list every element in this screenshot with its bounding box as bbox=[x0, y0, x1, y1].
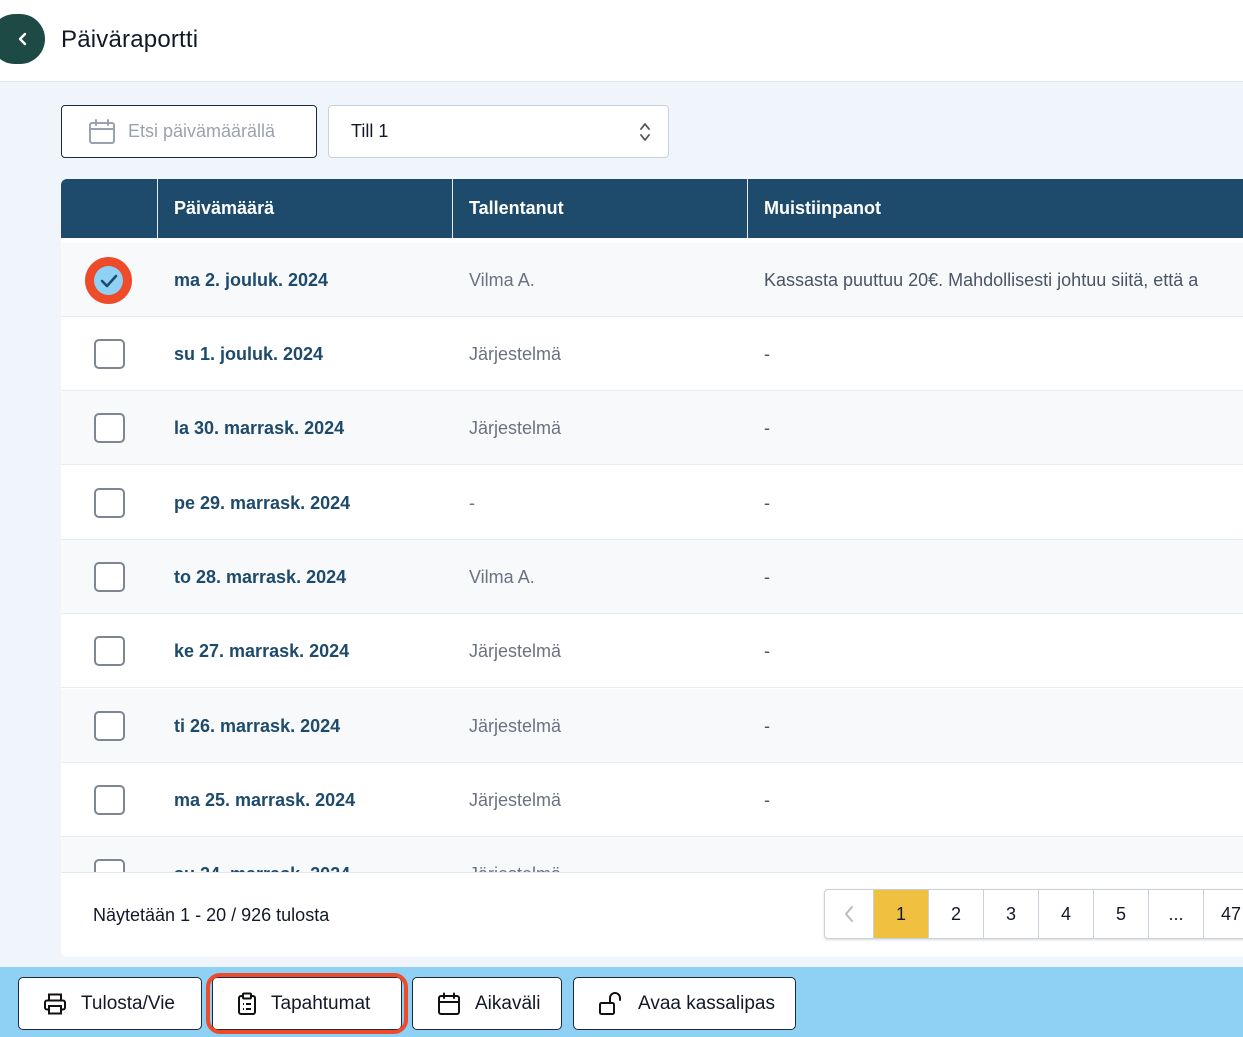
row-checkbox[interactable] bbox=[94, 636, 125, 666]
print-export-button[interactable]: Tulosta/Vie bbox=[18, 977, 202, 1030]
table-row[interactable]: to 28. marrask. 2024 Vilma A. - bbox=[61, 540, 1243, 614]
row-date: pe 29. marrask. 2024 bbox=[174, 492, 351, 513]
row-note: - bbox=[764, 566, 770, 587]
date-range-label: Aikaväli bbox=[475, 992, 541, 1014]
calendar-icon bbox=[437, 992, 461, 1016]
results-suffix: tulosta bbox=[271, 905, 330, 925]
results-separator: / bbox=[226, 905, 242, 925]
column-divider bbox=[747, 179, 748, 238]
top-bar: Päiväraportti bbox=[0, 0, 1243, 82]
row-note: - bbox=[764, 789, 770, 810]
date-range-button[interactable]: Aikaväli bbox=[412, 977, 562, 1030]
pagination-page-5[interactable]: 5 bbox=[1094, 890, 1149, 938]
till-select-value: Till 1 bbox=[351, 121, 389, 141]
row-note: - bbox=[764, 417, 770, 438]
table-footer: Näytetään 1 - 20 / 926 tulosta 1 2 3 4 5… bbox=[61, 872, 1243, 957]
table-row[interactable]: su 1. jouluk. 2024 Järjestelmä - bbox=[61, 317, 1243, 391]
row-checkbox[interactable] bbox=[94, 339, 125, 369]
print-export-label: Tulosta/Vie bbox=[81, 992, 175, 1014]
pagination-page-last[interactable]: 47 bbox=[1204, 890, 1243, 938]
row-date: su 24. marrask. 2024 bbox=[174, 837, 350, 873]
table-header: Päivämäärä Tallentanut Muistiinpanot bbox=[61, 179, 1243, 238]
table-row[interactable]: ma 2. jouluk. 2024 Vilma A. Kassasta puu… bbox=[61, 243, 1243, 317]
row-date: ma 2. jouluk. 2024 bbox=[174, 269, 329, 290]
table-row[interactable]: la 30. marrask. 2024 Järjestelmä - bbox=[61, 391, 1243, 465]
row-date: ma 25. marrask. 2024 bbox=[174, 789, 356, 810]
row-saved-by: Järjestelmä bbox=[469, 837, 561, 873]
daily-report-table: Päivämäärä Tallentanut Muistiinpanot ma … bbox=[61, 179, 1243, 957]
clipboard-list-icon bbox=[237, 992, 257, 1016]
action-bar: Tulosta/Vie Tapahtumat Aikaväli Avaa kas… bbox=[0, 967, 1243, 1037]
row-note: - bbox=[764, 837, 770, 873]
row-date: ti 26. marrask. 2024 bbox=[174, 715, 341, 736]
row-note: - bbox=[764, 492, 770, 513]
row-saved-by: Järjestelmä bbox=[469, 417, 562, 438]
table-body: ma 2. jouluk. 2024 Vilma A. Kassasta puu… bbox=[61, 238, 1243, 872]
pagination-page-2[interactable]: 2 bbox=[929, 890, 984, 938]
chevron-left-icon bbox=[18, 32, 26, 46]
table-row[interactable]: ma 25. marrask. 2024 Järjestelmä - bbox=[61, 763, 1243, 837]
row-note: - bbox=[764, 640, 770, 661]
column-divider bbox=[157, 179, 158, 238]
row-saved-by: Vilma A. bbox=[469, 269, 535, 290]
column-header-saved-by[interactable]: Tallentanut bbox=[469, 179, 564, 238]
row-saved-by: Järjestelmä bbox=[469, 343, 562, 364]
row-checkbox[interactable] bbox=[94, 413, 125, 443]
row-checkbox[interactable] bbox=[94, 488, 125, 518]
page-title: Päiväraportti bbox=[61, 26, 199, 53]
row-saved-by: Järjestelmä bbox=[469, 715, 562, 736]
pagination-prev-button[interactable] bbox=[825, 890, 874, 938]
row-checkbox[interactable] bbox=[94, 785, 125, 815]
row-checkbox[interactable] bbox=[94, 562, 125, 592]
unlock-icon bbox=[598, 991, 624, 1016]
table-row[interactable]: ke 27. marrask. 2024 Järjestelmä - bbox=[61, 614, 1243, 688]
checkmark-icon bbox=[100, 274, 117, 287]
row-date: ke 27. marrask. 2024 bbox=[174, 640, 350, 661]
pagination-page-4[interactable]: 4 bbox=[1039, 890, 1094, 938]
row-checkbox[interactable] bbox=[94, 711, 125, 741]
date-search-button[interactable]: Etsi päivämäärällä bbox=[61, 105, 317, 158]
calendar-icon bbox=[89, 118, 115, 144]
date-search-label: Etsi päivämäärällä bbox=[128, 121, 276, 141]
back-button[interactable] bbox=[0, 14, 45, 64]
pagination-ellipsis: ... bbox=[1149, 890, 1204, 938]
printer-icon bbox=[43, 993, 67, 1015]
results-summary: Näytetään 1 - 20 / 926 tulosta bbox=[93, 873, 329, 957]
till-select[interactable]: Till 1 bbox=[328, 105, 669, 158]
chevron-left-icon bbox=[845, 906, 853, 922]
row-saved-by: Järjestelmä bbox=[469, 789, 562, 810]
pagination-page-3[interactable]: 3 bbox=[984, 890, 1039, 938]
row-date: la 30. marrask. 2024 bbox=[174, 417, 345, 438]
events-button[interactable]: Tapahtumat bbox=[212, 977, 402, 1030]
events-label: Tapahtumat bbox=[271, 992, 371, 1014]
row-saved-by: Vilma A. bbox=[469, 566, 535, 587]
row-date: to 28. marrask. 2024 bbox=[174, 566, 347, 587]
row-saved-by: - bbox=[469, 492, 475, 513]
row-note: - bbox=[764, 343, 770, 364]
pagination: 1 2 3 4 5 ... 47 bbox=[824, 889, 1243, 939]
column-divider bbox=[452, 179, 453, 238]
results-range: 1 - 20 bbox=[180, 905, 227, 925]
open-cash-drawer-label: Avaa kassalipas bbox=[638, 992, 775, 1014]
row-note: - bbox=[764, 715, 770, 736]
row-date: su 1. jouluk. 2024 bbox=[174, 343, 324, 364]
column-header-date[interactable]: Päivämäärä bbox=[174, 179, 274, 238]
table-row[interactable]: pe 29. marrask. 2024 - - bbox=[61, 466, 1243, 540]
chevron-up-down-icon bbox=[640, 123, 650, 141]
pagination-page-1[interactable]: 1 bbox=[874, 890, 929, 938]
open-cash-drawer-button[interactable]: Avaa kassalipas bbox=[573, 977, 796, 1030]
table-row[interactable]: su 24. marrask. 2024 Järjestelmä - bbox=[61, 837, 1243, 872]
row-checkbox[interactable] bbox=[94, 859, 125, 872]
row-saved-by: Järjestelmä bbox=[469, 640, 562, 661]
results-total: 926 bbox=[241, 905, 272, 925]
table-row[interactable]: ti 26. marrask. 2024 Järjestelmä - bbox=[61, 689, 1243, 763]
row-note: Kassasta puuttuu 20€. Mahdollisesti joht… bbox=[764, 269, 1199, 290]
row-checkbox-checked[interactable] bbox=[85, 257, 132, 304]
results-prefix: Näytetään bbox=[93, 905, 176, 925]
column-header-notes[interactable]: Muistiinpanot bbox=[764, 179, 881, 238]
